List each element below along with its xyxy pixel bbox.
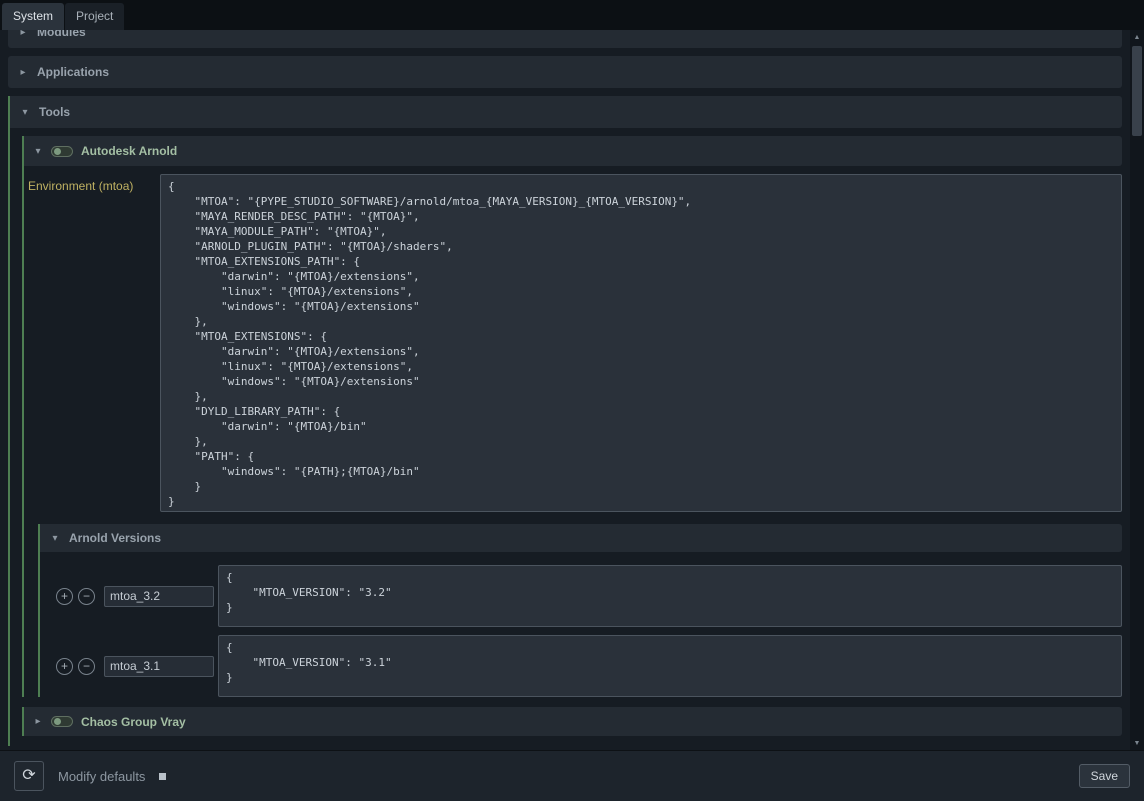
settings-scroll-area: ▸ Modules ▸ Applications ▾ Tools ▾	[0, 30, 1144, 751]
expanded-arrow-icon: ▾	[20, 107, 30, 118]
version-value-textarea[interactable]: { "MTOA_VERSION": "3.1" }	[218, 635, 1122, 697]
section-label-modules: Modules	[37, 30, 86, 39]
version-row-0: + − { "MTOA_VERSION": "3.2" }	[40, 565, 1122, 627]
scroll-up-button[interactable]: ▲	[1130, 30, 1144, 44]
row-buttons: + −	[56, 588, 95, 605]
version-value-textarea[interactable]: { "MTOA_VERSION": "3.2" }	[218, 565, 1122, 627]
section-header-tools[interactable]: ▾ Tools	[10, 96, 1122, 128]
version-row-1: + − { "MTOA_VERSION": "3.1" }	[40, 635, 1122, 697]
enabled-toggle-icon[interactable]	[51, 716, 73, 727]
group-title-chaos-vray: Chaos Group Vray	[81, 715, 186, 729]
toggle-knob	[54, 148, 61, 155]
tab-project[interactable]: Project	[65, 3, 124, 30]
footer-bar: ⟳ Modify defaults Save	[0, 751, 1144, 801]
remove-item-button[interactable]: −	[78, 588, 95, 605]
group-title-autodesk-arnold: Autodesk Arnold	[81, 144, 177, 158]
group-title-arnold-versions: Arnold Versions	[69, 531, 161, 545]
settings-window: System Project ▸ Modules ▸ Applications …	[0, 0, 1144, 801]
save-button[interactable]: Save	[1079, 764, 1130, 788]
scroll-down-button[interactable]: ▼	[1130, 736, 1144, 750]
section-header-modules[interactable]: ▸ Modules	[8, 30, 1122, 48]
collapsed-arrow-icon: ▸	[18, 30, 28, 38]
group-header-chaos-vray[interactable]: ▸ Chaos Group Vray	[24, 707, 1122, 736]
settings-content: ▸ Modules ▸ Applications ▾ Tools ▾	[0, 30, 1130, 750]
group-header-arnold-versions[interactable]: ▾ Arnold Versions	[40, 524, 1122, 552]
tab-bar: System Project	[0, 0, 1144, 30]
group-autodesk-arnold: ▾ Autodesk Arnold Environment (mtoa) { "…	[22, 136, 1122, 697]
toggle-knob	[54, 718, 61, 725]
version-key-input[interactable]	[104, 586, 214, 607]
section-label-tools: Tools	[39, 105, 70, 119]
collapsed-arrow-icon: ▸	[33, 716, 43, 727]
group-header-autodesk-arnold[interactable]: ▾ Autodesk Arnold	[24, 136, 1122, 166]
vertical-scrollbar[interactable]: ▲ ▼	[1130, 30, 1144, 750]
row-buttons: + −	[56, 658, 95, 675]
add-item-button[interactable]: +	[56, 658, 73, 675]
expanded-arrow-icon: ▾	[50, 533, 60, 544]
modify-defaults-label: Modify defaults	[58, 769, 145, 784]
remove-item-button[interactable]: −	[78, 658, 95, 675]
expanded-arrow-icon: ▾	[33, 146, 43, 157]
modify-defaults-indicator	[159, 773, 166, 780]
group-chaos-vray: ▸ Chaos Group Vray	[22, 707, 1122, 736]
add-item-button[interactable]: +	[56, 588, 73, 605]
refresh-button[interactable]: ⟳	[14, 761, 44, 791]
version-key-input[interactable]	[104, 656, 214, 677]
section-header-applications[interactable]: ▸ Applications	[8, 56, 1122, 88]
tab-system[interactable]: System	[2, 3, 64, 30]
refresh-icon: ⟳	[22, 767, 35, 784]
section-label-applications: Applications	[37, 65, 109, 79]
enabled-toggle-icon[interactable]	[51, 146, 73, 157]
tools-body: ▾ Autodesk Arnold Environment (mtoa) { "…	[10, 128, 1122, 746]
scrollbar-thumb[interactable]	[1132, 46, 1142, 136]
section-tools: ▾ Tools ▾ Autodesk Arnold Environment (m…	[8, 96, 1122, 746]
collapsed-arrow-icon: ▸	[18, 67, 28, 78]
environment-label: Environment (mtoa)	[28, 174, 154, 512]
environment-row: Environment (mtoa) { "MTOA": "{PYPE_STUD…	[28, 174, 1122, 512]
environment-json-textarea[interactable]: { "MTOA": "{PYPE_STUDIO_SOFTWARE}/arnold…	[160, 174, 1122, 512]
group-arnold-versions: ▾ Arnold Versions + − { "MTOA_VERSION": …	[38, 524, 1122, 697]
